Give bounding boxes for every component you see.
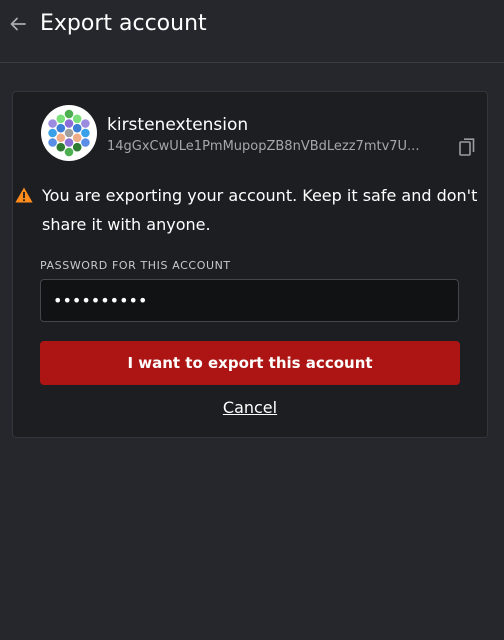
- account-avatar: [41, 105, 97, 161]
- export-account-button[interactable]: I want to export this account: [40, 341, 460, 385]
- account-address: 14gGxCwULe1PmMupopZB8nVBdLezz7mtv7U...: [107, 139, 420, 154]
- arrow-left-icon[interactable]: [9, 15, 27, 33]
- cancel-link[interactable]: Cancel: [223, 398, 277, 417]
- page-title: Export account: [40, 11, 207, 36]
- export-card: kirstenextension 14gGxCwULe1PmMupopZB8nV…: [12, 91, 488, 438]
- password-label: PASSWORD FOR THIS ACCOUNT: [40, 259, 231, 272]
- cancel-link-row: Cancel: [13, 397, 487, 419]
- header: Export account: [0, 0, 504, 63]
- account-name: kirstenextension: [107, 115, 249, 135]
- warning-triangle-icon: [15, 187, 33, 203]
- password-input[interactable]: [40, 279, 459, 322]
- copy-icon[interactable]: [459, 138, 475, 156]
- export-warning-text: You are exporting your account. Keep it …: [42, 186, 478, 234]
